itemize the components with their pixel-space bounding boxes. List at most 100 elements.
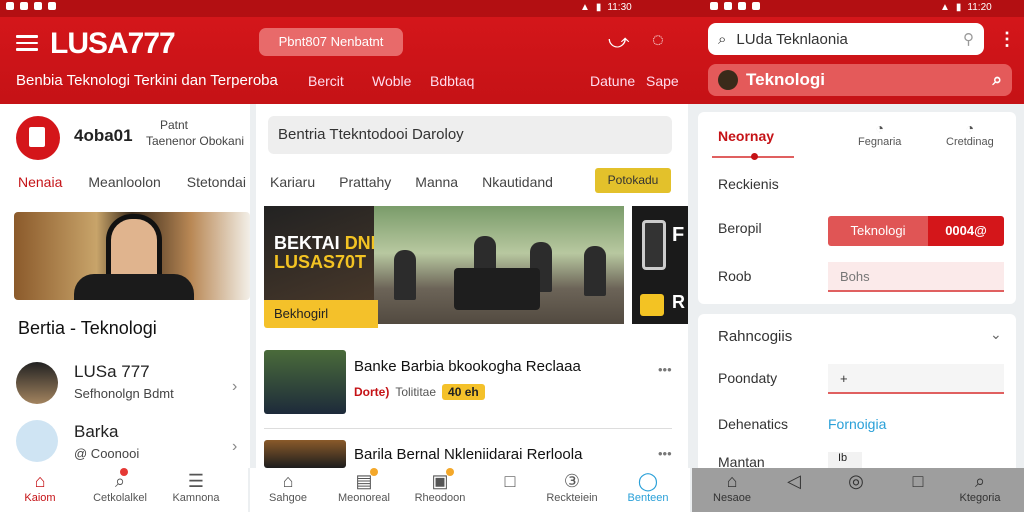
tab-neornay[interactable]: Neornay [718, 128, 774, 144]
logo[interactable]: LUSA777 [50, 27, 176, 61]
header-nav-3[interactable]: Bdbtaq [430, 73, 474, 89]
section-title: Bertia - Teknologi [18, 318, 157, 338]
bottom-nav-middle: ⌂ Sahgoe ▤ Meonoreal ▣ Rheodoon □ ③ Reckteie… [250, 468, 690, 512]
news-icon: ▤ [355, 471, 373, 491]
hero-line1b: DNI [344, 233, 376, 253]
nav-meonoreal[interactable]: ▤ Meonoreal [334, 468, 394, 512]
small-value[interactable]: Ib [828, 452, 862, 468]
divider [264, 428, 672, 429]
hero-text: BEKTAI DNI LUSAS70T [274, 234, 376, 272]
tab-manna[interactable]: Manna [415, 174, 458, 190]
filter-input[interactable]: Bohs [828, 262, 1004, 292]
tagline: Benbia Teknologi Terkini dan Terperoba [16, 72, 278, 89]
header-nav-4[interactable]: Datune [590, 73, 635, 89]
category-highlight: Teknologi [746, 70, 826, 89]
tab-fegnaria[interactable]: ◔ Fegnaria [858, 120, 901, 148]
status-icons-left [6, 2, 56, 10]
list-item-title[interactable]: Barka [74, 422, 118, 442]
tab-prattahy[interactable]: Prattahy [339, 174, 391, 190]
label-beropil: Beropil [718, 220, 762, 236]
share-icon[interactable]: ⤻ [608, 31, 629, 54]
chevron-right-icon[interactable]: › [232, 438, 237, 456]
nav-home[interactable]: ⌂ Kaiom [10, 468, 70, 512]
nav-sahgoe[interactable]: ⌂ Sahgoe [258, 468, 318, 512]
tab-meanloolon[interactable]: Meanloolon [88, 174, 160, 190]
main-search-input[interactable]: Bentria Ttekntodooi Daroloy [268, 116, 672, 154]
nav-cetkolalkel[interactable]: ⌕ Cetkolalkel [90, 468, 150, 512]
hero-line1: BEKTAI [274, 233, 340, 253]
tab-stetondai[interactable]: Stetondai [187, 174, 246, 190]
avatar-icon [718, 70, 738, 90]
home-button[interactable]: ◎ [826, 468, 886, 512]
article-category: Dorte) [354, 385, 390, 399]
home-icon: ⌂ [726, 471, 738, 491]
avatar [16, 420, 58, 462]
article-badge: 40 eh [442, 384, 485, 400]
back-button[interactable]: ◁ [764, 468, 824, 512]
nav-rheodoon[interactable]: ▣ Rheodoon [410, 468, 470, 512]
chevron-down-icon[interactable]: ⌄ [990, 326, 1002, 343]
header-nav-2[interactable]: Woble [372, 73, 411, 89]
nav-ktegoria[interactable]: ⌕ Ktegoria [950, 468, 1010, 512]
category-button[interactable]: Teknologi [828, 216, 928, 246]
tab-nkautidand[interactable]: Nkautidand [482, 174, 553, 190]
book-icon: ▣ [431, 471, 449, 491]
nav-home-right[interactable]: ⌂ Nesaoe [702, 468, 762, 512]
label-poondaty: Poondaty [718, 370, 778, 386]
status-bar: ▲ ▮ 11:30 ▲ ▮ 11:20 [0, 0, 1024, 17]
more-options-icon[interactable]: ••• [658, 446, 672, 461]
left-tabs: Nenaia Meanloolon Stetondai [18, 174, 246, 190]
square-icon: □ [504, 471, 516, 491]
list-item-title[interactable]: LUSa 777 [74, 362, 150, 382]
link-fornoigia[interactable]: Fornoigia [828, 416, 886, 432]
nav-square[interactable]: □ [480, 468, 540, 512]
more-options-icon[interactable]: ••• [658, 362, 672, 377]
category-search[interactable]: Teknologi ⌕ [708, 64, 1012, 96]
hero-line2: LUSAS70T [274, 252, 367, 272]
search-icon: ⌕ [974, 471, 986, 491]
location-icon[interactable]: ⚲ [963, 30, 974, 48]
nav-benteen[interactable]: ◯ Benteen [618, 468, 678, 512]
profile-logo [16, 116, 60, 160]
hero-image-person[interactable] [14, 212, 250, 300]
tab-kariaru[interactable]: Kariaru [270, 174, 315, 190]
menu-icon[interactable] [16, 35, 38, 51]
hero-side-banner[interactable]: F R [632, 206, 688, 324]
category-button-2[interactable]: 0004@ [928, 216, 1004, 246]
avatar [16, 362, 58, 404]
hero-label[interactable]: Bekhogirl [264, 300, 378, 328]
header-pill-button[interactable]: Pbnt807 Nenbatnt [259, 28, 403, 56]
recents-button[interactable]: □ [888, 468, 948, 512]
back-icon: ◁ [787, 471, 801, 491]
nav-kamnona[interactable]: ☰ Kamnona [166, 468, 226, 512]
more-menu-icon[interactable]: ⋮ [998, 29, 1016, 50]
card-title: Rahncogiis [718, 328, 793, 345]
article-title[interactable]: Barila Bernal Nkleniidarai Rerloola [354, 446, 582, 463]
article-title[interactable]: Banke Barbia bkookogha Reclaaa [354, 358, 581, 375]
chat-icon[interactable]: ◌ [652, 29, 664, 52]
search-input[interactable]: ⌕ LUda Teknlaonia ⚲ [708, 23, 984, 55]
search-value: LUda Teknlaonia [736, 30, 848, 48]
status-icons-right: ▲ ▮ 11:20 [940, 2, 992, 13]
header-nav-5[interactable]: Sape [646, 73, 679, 89]
tab-cretdinag[interactable]: ◔ Cretdinag [946, 120, 994, 148]
header-nav-1[interactable]: Bercit [308, 73, 344, 89]
tab-nenaia[interactable]: Nenaia [18, 174, 62, 190]
tab-button[interactable]: Potokadu [595, 168, 671, 193]
nav-reckteiein[interactable]: ③ Reckteiein [542, 468, 602, 512]
list-icon: ☰ [187, 471, 205, 491]
label-dehenatics: Dehenatics [718, 416, 789, 432]
article-thumbnail[interactable] [264, 350, 346, 414]
status-icons-middle: ▲ ▮ 11:30 [580, 2, 632, 13]
search-icon-2[interactable]: ⌕ [992, 70, 1002, 90]
bottom-nav-right: ⌂ Nesaoe ◁ ◎ □ ⌕ Ktegoria [692, 468, 1024, 512]
tab-dot [751, 153, 758, 160]
chevron-right-icon[interactable]: › [232, 378, 237, 396]
hero-side-letter: F [672, 224, 685, 246]
header: LUSA777 Pbnt807 Nenbatnt ⤻ ◌ Benbia Tekn… [0, 17, 1024, 104]
hero-side-letter2: R [672, 292, 685, 312]
article-thumbnail[interactable] [264, 440, 346, 468]
article-meta: Dorte) Tolititae 40 eh [354, 384, 485, 400]
value-input[interactable]: + [828, 364, 1004, 394]
square-icon: □ [912, 471, 924, 491]
